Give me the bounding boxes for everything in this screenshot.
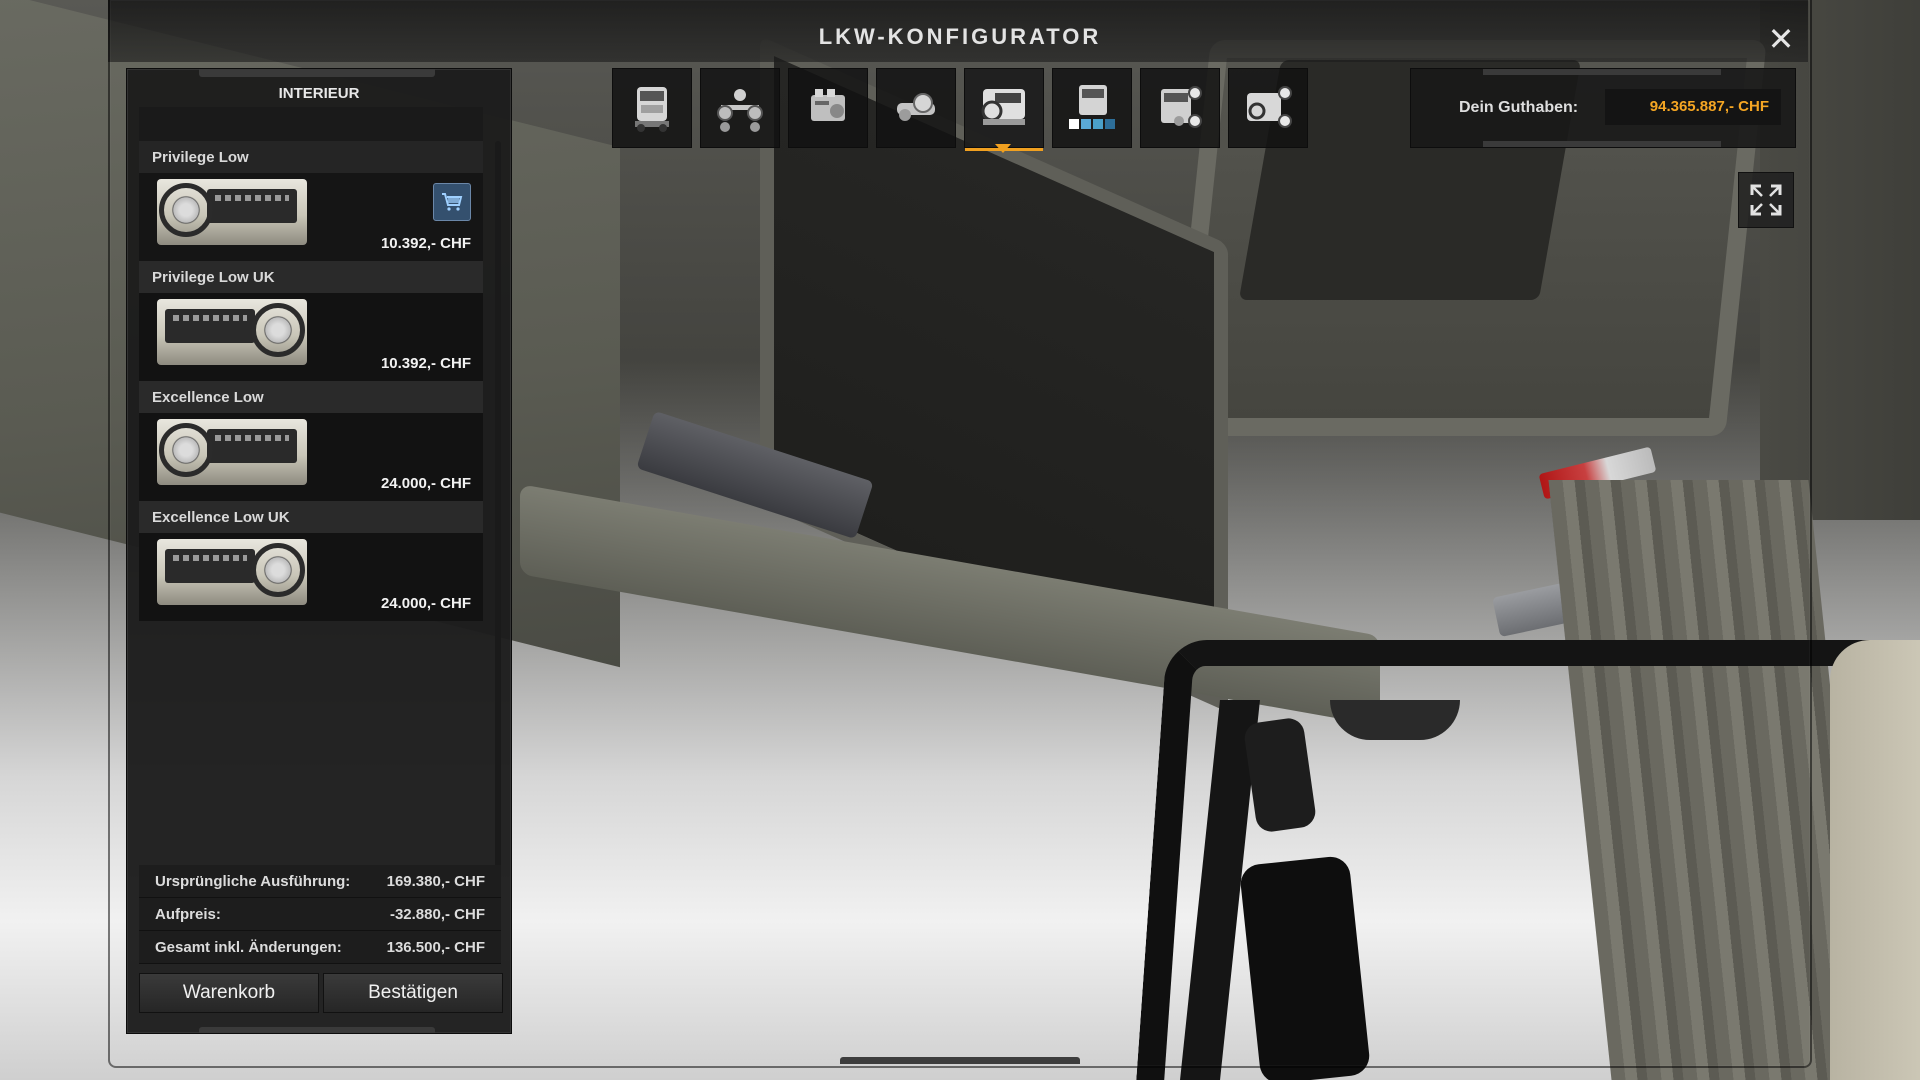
balance-tab-top bbox=[1483, 69, 1721, 75]
side-mirror-large bbox=[1238, 854, 1372, 1080]
engine-icon[interactable] bbox=[788, 68, 868, 148]
list-item-excellence-low-uk[interactable]: Excellence Low UK 24.000,- CHF bbox=[139, 501, 483, 621]
balance-tab-bottom bbox=[1483, 141, 1721, 147]
interior-panel: INTERIEUR Privilege Low 10.392,- CHF Pri… bbox=[126, 68, 512, 1034]
panel-title: INTERIEUR bbox=[278, 85, 360, 102]
dashboard-image bbox=[165, 549, 255, 583]
dashboard-image bbox=[165, 309, 255, 343]
total-value: 136.500,- CHF bbox=[386, 939, 485, 956]
item-name: Excellence Low UK bbox=[152, 509, 290, 526]
panel-tab-top bbox=[199, 69, 435, 77]
steering-wheel-image bbox=[251, 303, 305, 357]
interior-icon[interactable] bbox=[964, 68, 1044, 151]
summary-surcharge-row: Aufpreis: -32.880,- CHF bbox=[139, 898, 501, 931]
interior-accessories-icon[interactable] bbox=[1228, 68, 1308, 148]
paint-icon[interactable] bbox=[1052, 68, 1132, 148]
item-price: 10.392,- CHF bbox=[380, 235, 471, 252]
confirm-button[interactable]: Bestätigen bbox=[323, 973, 503, 1013]
cabin-icon[interactable] bbox=[612, 68, 692, 148]
summary-original-row: Ursprüngliche Ausführung: 169.380,- CHF bbox=[139, 865, 501, 898]
driver-seat bbox=[1830, 640, 1920, 1080]
shopping-cart-icon[interactable] bbox=[433, 183, 471, 221]
list-item-privilege-low[interactable]: Privilege Low 10.392,- CHF bbox=[139, 141, 483, 261]
list-scrollbar[interactable] bbox=[495, 141, 501, 931]
interior-list: Privilege Low 10.392,- CHF Privilege Low… bbox=[139, 141, 483, 621]
item-name: Privilege Low bbox=[152, 149, 249, 166]
category-toolbar bbox=[612, 68, 1312, 153]
steering-wheel-image bbox=[159, 423, 213, 477]
transmission-icon[interactable] bbox=[876, 68, 956, 148]
window-title: LKW-KONFIGURATOR bbox=[818, 24, 1102, 49]
interior-thumbnail bbox=[157, 299, 307, 365]
balance-label: Dein Guthaben: bbox=[1459, 99, 1579, 116]
surcharge-label: Aufpreis: bbox=[155, 906, 221, 923]
chassis-icon[interactable] bbox=[700, 68, 780, 148]
fullscreen-icon[interactable] bbox=[1738, 172, 1794, 228]
interior-thumbnail bbox=[157, 539, 307, 605]
panel-header-strip bbox=[139, 107, 483, 141]
interior-thumbnail bbox=[157, 179, 307, 245]
price-summary: Ursprüngliche Ausführung: 169.380,- CHF … bbox=[139, 865, 501, 964]
item-name: Excellence Low bbox=[152, 389, 264, 406]
list-item-privilege-low-uk[interactable]: Privilege Low UK 10.392,- CHF bbox=[139, 261, 483, 381]
item-price: 24.000,- CHF bbox=[380, 475, 471, 492]
total-label: Gesamt inkl. Änderungen: bbox=[155, 939, 342, 956]
item-name: Privilege Low UK bbox=[152, 269, 275, 286]
panel-buttons: Warenkorb Bestätigen bbox=[139, 973, 503, 1013]
item-body: 10.392,- CHF bbox=[139, 173, 483, 261]
panel-tab-bottom bbox=[199, 1027, 435, 1033]
bottom-handle bbox=[840, 1057, 1080, 1064]
steering-wheel-image bbox=[251, 543, 305, 597]
item-body: 24.000,- CHF bbox=[139, 413, 483, 501]
item-body: 10.392,- CHF bbox=[139, 293, 483, 381]
exterior-accessories-icon[interactable] bbox=[1140, 68, 1220, 148]
dashboard-image bbox=[207, 429, 297, 463]
balance-panel: Dein Guthaben: 94.365.887,- CHF bbox=[1410, 68, 1796, 148]
close-icon[interactable]: ✕ bbox=[1764, 22, 1798, 56]
steering-wheel-image bbox=[159, 183, 213, 237]
item-price: 24.000,- CHF bbox=[380, 595, 471, 612]
item-body: 24.000,- CHF bbox=[139, 533, 483, 621]
summary-total-row: Gesamt inkl. Änderungen: 136.500,- CHF bbox=[139, 931, 501, 964]
balance-value: 94.365.887,- CHF bbox=[1605, 89, 1781, 125]
cart-button[interactable]: Warenkorb bbox=[139, 973, 319, 1013]
original-value: 169.380,- CHF bbox=[386, 873, 485, 890]
item-price: 10.392,- CHF bbox=[380, 355, 471, 372]
sun-visor bbox=[1330, 700, 1460, 740]
dashboard-image bbox=[207, 189, 297, 223]
surcharge-value: -32.880,- CHF bbox=[389, 906, 485, 923]
original-label: Ursprüngliche Ausführung: bbox=[155, 873, 351, 890]
active-category-indicator bbox=[995, 144, 1011, 153]
list-item-excellence-low[interactable]: Excellence Low 24.000,- CHF bbox=[139, 381, 483, 501]
interior-thumbnail bbox=[157, 419, 307, 485]
